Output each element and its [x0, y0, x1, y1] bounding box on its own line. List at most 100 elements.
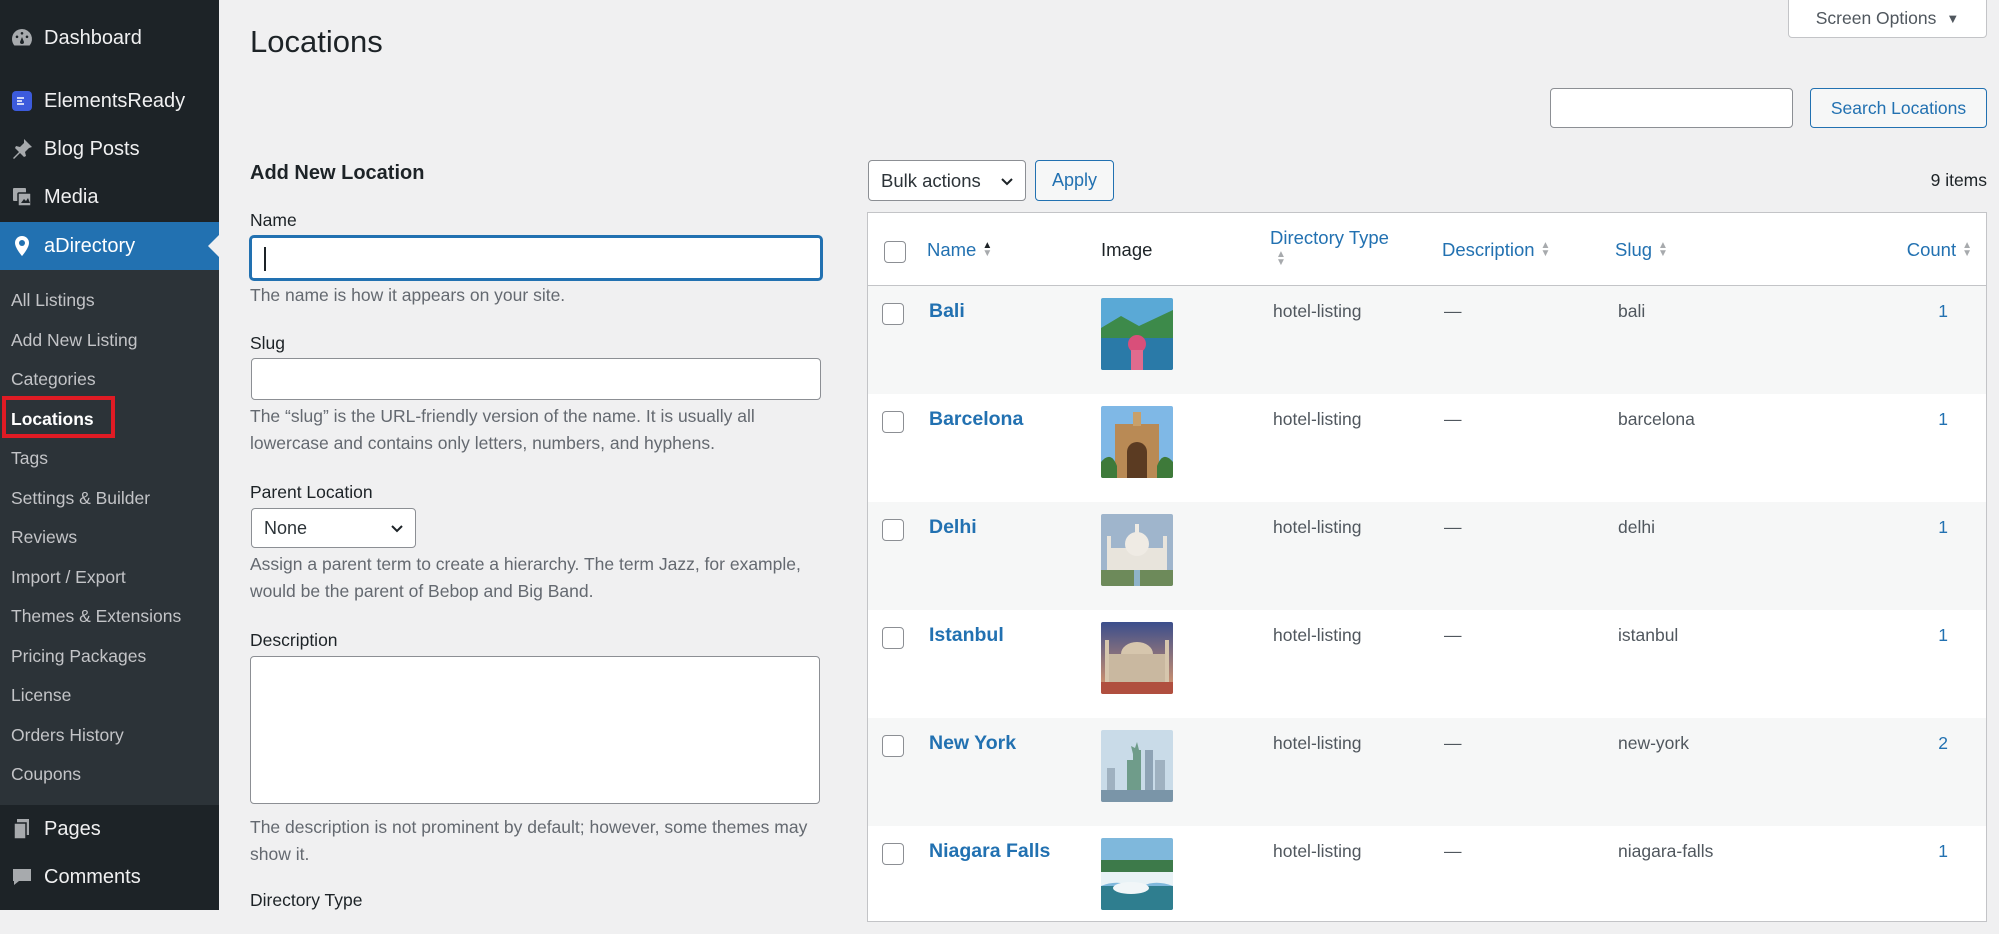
chevron-down-icon — [999, 173, 1015, 195]
row-checkbox[interactable] — [882, 627, 904, 649]
parent-location-select[interactable]: None — [251, 508, 416, 548]
submenu-add-new-listing[interactable]: Add New Listing — [11, 329, 137, 351]
column-description-header[interactable]: Description ▲ ▼ — [1442, 239, 1550, 261]
parent-help-text: Assign a parent term to create a hierarc… — [250, 554, 801, 601]
description-cell: — — [1444, 409, 1462, 429]
description-cell: — — [1444, 517, 1462, 537]
apply-button[interactable]: Apply — [1035, 160, 1114, 201]
directory-type-label: Directory Type — [250, 890, 363, 910]
directory-type-cell: hotel-listing — [1273, 841, 1362, 861]
elementsready-icon — [0, 89, 44, 113]
menu-label: aDirectory — [44, 234, 136, 257]
menu-media[interactable]: Media — [0, 173, 219, 221]
count-link[interactable]: 1 — [1938, 841, 1948, 862]
submenu-orders-history[interactable]: Orders History — [11, 724, 124, 746]
menu-label: Blog Posts — [44, 137, 140, 160]
parent-select-value: None — [264, 517, 308, 538]
description-cell: — — [1444, 625, 1462, 645]
description-textarea[interactable] — [250, 656, 820, 804]
location-name-link[interactable]: Niagara Falls — [929, 840, 1050, 863]
pin-icon — [0, 137, 44, 161]
slug-help-text: The “slug” is the URL-friendly version o… — [250, 406, 755, 453]
submenu-import-export[interactable]: Import / Export — [11, 566, 126, 588]
screen-options-label: Screen Options — [1815, 7, 1937, 28]
count-link[interactable]: 1 — [1938, 625, 1948, 646]
table-row: Istanbul hotel-listing — istanbul 1 — [868, 610, 1986, 718]
table-header: Name ▲ ▼ Image Directory Type ▲ ▼ Descript… — [868, 213, 1986, 286]
description-cell: — — [1444, 733, 1462, 753]
screen-options-button[interactable]: Screen Options ▼ — [1788, 0, 1987, 38]
search-locations-button[interactable]: Search Locations — [1810, 88, 1987, 128]
submenu-categories[interactable]: Categories — [11, 368, 96, 390]
count-link[interactable]: 1 — [1938, 517, 1948, 538]
menu-elementsready[interactable]: ElementsReady — [0, 77, 219, 125]
column-directory-type-header[interactable]: Directory Type ▲ ▼ — [1270, 227, 1389, 268]
submenu-pricing-packages[interactable]: Pricing Packages — [11, 645, 146, 667]
menu-adirectory[interactable]: aDirectory — [0, 222, 219, 270]
row-checkbox[interactable] — [882, 411, 904, 433]
submenu-license[interactable]: License — [11, 684, 71, 706]
slug-cell: istanbul — [1618, 625, 1679, 645]
slug-cell: delhi — [1618, 517, 1655, 537]
location-name-link[interactable]: Barcelona — [929, 408, 1023, 431]
submenu-tags[interactable]: Tags — [11, 447, 48, 469]
column-label: Slug — [1615, 239, 1653, 260]
column-count-header[interactable]: Count ▲ ▼ — [1907, 239, 1972, 261]
slug-cell: bali — [1618, 301, 1646, 321]
menu-label: Dashboard — [44, 26, 142, 49]
page-title: Locations — [250, 24, 383, 59]
parent-location-label: Parent Location — [250, 482, 373, 502]
menu-comments[interactable]: Comments — [0, 853, 219, 901]
search-input[interactable] — [1550, 88, 1793, 128]
location-name-link[interactable]: New York — [929, 732, 1016, 755]
menu-blog-posts[interactable]: Blog Posts — [0, 125, 219, 173]
column-label: Description — [1442, 239, 1535, 260]
slug-cell: barcelona — [1618, 409, 1695, 429]
submenu-themes-extensions[interactable]: Themes & Extensions — [11, 605, 181, 627]
location-thumbnail — [1101, 298, 1173, 370]
table-row: Delhi hotel-listing — delhi 1 — [868, 502, 1986, 610]
table-row: New York hotel-listing — new-york 2 — [868, 718, 1986, 826]
row-checkbox[interactable] — [882, 519, 904, 541]
location-thumbnail — [1101, 838, 1173, 910]
table-row: Barcelona hotel-listing — barcelona 1 — [868, 394, 1986, 502]
directory-type-cell: hotel-listing — [1273, 625, 1362, 645]
location-name-link[interactable]: Delhi — [929, 516, 977, 539]
submenu-reviews[interactable]: Reviews — [11, 526, 77, 548]
row-checkbox[interactable] — [882, 843, 904, 865]
count-link[interactable]: 1 — [1938, 409, 1948, 430]
column-label: Count — [1906, 239, 1957, 260]
menu-label: Comments — [44, 865, 141, 888]
menu-pages[interactable]: Pages — [0, 805, 219, 853]
slug-cell: new-york — [1618, 733, 1689, 753]
menu-dashboard[interactable]: Dashboard — [0, 14, 219, 62]
submenu-coupons[interactable]: Coupons — [11, 763, 81, 785]
bulk-actions-value: Bulk actions — [881, 169, 981, 191]
submenu-all-listings[interactable]: All Listings — [11, 289, 95, 311]
count-link[interactable]: 2 — [1938, 733, 1948, 754]
sort-icon: ▲ ▼ — [1962, 240, 1972, 259]
description-cell: — — [1444, 841, 1462, 861]
pages-icon — [0, 817, 44, 841]
row-checkbox[interactable] — [882, 735, 904, 757]
directory-type-cell: hotel-listing — [1273, 733, 1362, 753]
submenu-settings-builder[interactable]: Settings & Builder — [11, 487, 150, 509]
menu-label: Media — [44, 185, 99, 208]
slug-input[interactable] — [251, 358, 821, 400]
select-all-checkbox[interactable] — [884, 241, 906, 263]
column-label: Name — [927, 239, 977, 260]
column-label: Directory Type — [1270, 227, 1389, 248]
slug-label: Slug — [250, 333, 286, 353]
sort-icon: ▲ ▼ — [1658, 240, 1668, 259]
column-name-header[interactable]: Name ▲ ▼ — [927, 239, 992, 261]
locations-table: Name ▲ ▼ Image Directory Type ▲ ▼ Descript… — [867, 212, 1987, 922]
row-checkbox[interactable] — [882, 303, 904, 325]
location-name-link[interactable]: Istanbul — [929, 624, 1004, 647]
chevron-down-icon — [389, 521, 405, 542]
bulk-actions-select[interactable]: Bulk actions — [868, 160, 1026, 201]
location-name-link[interactable]: Bali — [929, 300, 965, 323]
count-link[interactable]: 1 — [1938, 301, 1948, 322]
name-input[interactable] — [250, 236, 822, 280]
column-slug-header[interactable]: Slug ▲ ▼ — [1615, 239, 1668, 261]
text-caret — [264, 247, 266, 271]
